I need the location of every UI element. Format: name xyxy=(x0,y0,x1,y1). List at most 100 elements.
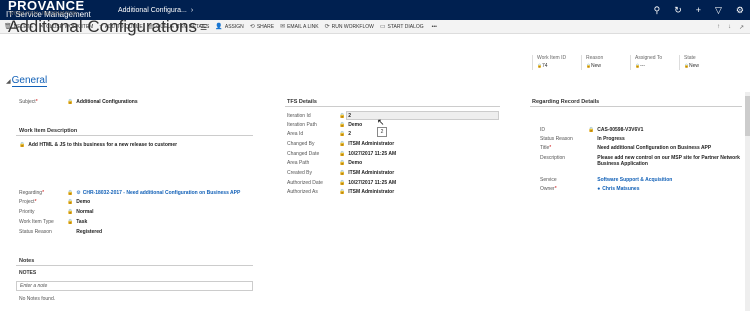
required-marker: * xyxy=(549,145,552,151)
reg-desc-row: Description 🔒 Please add new control on … xyxy=(540,155,745,167)
cmd-share[interactable]: ⟲ SHARE xyxy=(250,23,274,31)
lock-icon: 🔒 xyxy=(67,99,74,105)
priority-label: Priority xyxy=(19,209,35,215)
regarding-section-header: Regarding Record Details xyxy=(532,99,600,105)
regarding-row: Regarding* 🔒 ⚙ CHR-18032-2017 - Need add… xyxy=(19,190,240,196)
reg-desc-value[interactable]: Please add new control on our MSP site f… xyxy=(597,155,745,167)
reg-id-row: ID 🔒 CAS-00598-V3V6V1 xyxy=(540,127,643,133)
notes-tab[interactable]: NOTES xyxy=(19,270,36,276)
case-icon: ⚙ xyxy=(76,190,81,196)
tfs-row-value[interactable]: 2 xyxy=(348,131,351,137)
header-field-value: 🔒74 xyxy=(537,62,581,70)
reg-title-label: Title xyxy=(540,145,550,151)
lock-icon: 🔒 xyxy=(588,127,595,133)
lock-icon: 🔒 xyxy=(339,160,346,166)
lock-icon: 🔒 xyxy=(339,189,346,195)
header-field-value-text: 74 xyxy=(541,63,548,69)
filter-icon[interactable]: ▽ xyxy=(715,5,722,16)
iteration-id-input[interactable] xyxy=(346,111,499,120)
required-marker: * xyxy=(42,190,45,196)
regarding-label: Regarding xyxy=(19,190,43,196)
regarding-divider xyxy=(530,106,742,107)
scrollbar-thumb[interactable] xyxy=(745,96,750,136)
tfs-row: Authorized As 🔒 ITSM Administrator xyxy=(287,189,394,195)
tooltip: 2 xyxy=(377,127,387,137)
reg-title-row: Title* 🔒 Need additional Configuration o… xyxy=(540,145,711,151)
reg-service-row: Service 🔒 Software Support & Acquisition xyxy=(540,177,672,183)
priority-value[interactable]: Normal xyxy=(76,209,93,215)
user-icon: ● xyxy=(597,186,601,192)
workflow-icon: ⟳ xyxy=(324,24,330,30)
tfs-row-value[interactable]: Demo xyxy=(348,122,362,128)
required-marker: * xyxy=(34,199,37,205)
tfs-divider xyxy=(285,106,500,107)
work-item-type-row: Work Item Type 🔒 Task xyxy=(19,219,87,225)
arrow-down-icon[interactable]: ↓ xyxy=(728,24,731,30)
record-nav: ↑ ↓ ↗ xyxy=(717,20,744,34)
tfs-row: Authorized Date 🔒 10/27/2017 11:25 AM xyxy=(287,180,396,186)
form-list-icon[interactable]: ☰ xyxy=(200,23,207,32)
plus-icon[interactable]: + xyxy=(696,5,701,15)
tfs-row-value[interactable]: 10/27/2017 11:25 AM xyxy=(348,151,396,157)
general-section-toggle[interactable]: ◢ General xyxy=(6,75,48,87)
subject-value[interactable]: Additional Configurations xyxy=(76,99,137,105)
regarding-link[interactable]: CHR-18032-2017 - Need additional Configu… xyxy=(83,190,241,196)
work-item-type-value[interactable]: Task xyxy=(76,219,87,225)
assign-icon: 👤 xyxy=(215,24,223,30)
tfs-section-header: TFS Details xyxy=(287,99,317,105)
header-field-value: 🔒New xyxy=(684,62,728,70)
tfs-row-value[interactable]: ITSM Administrator xyxy=(348,170,394,176)
reg-title-value[interactable]: Need additional Configuration on Busines… xyxy=(597,145,711,151)
page-title: Additional Configurations ☰ xyxy=(8,17,207,37)
lock-icon: 🔒 xyxy=(339,151,346,157)
lock-icon: 🔒 xyxy=(67,219,74,225)
project-value[interactable]: Demo xyxy=(76,199,90,205)
required-marker: * xyxy=(35,99,38,105)
gear-icon[interactable]: ⚙ xyxy=(736,5,744,16)
cmd-run-workflow[interactable]: ⟳ RUN WORKFLOW xyxy=(324,23,374,31)
cmd-label: EMAIL A LINK xyxy=(287,23,319,30)
lock-icon: 🔒 xyxy=(339,122,346,128)
tfs-row-value[interactable]: 2 xyxy=(348,113,351,119)
tfs-row-value[interactable]: Demo xyxy=(348,160,362,166)
tfs-row-value[interactable]: 10/27/2017 11:25 AM xyxy=(348,180,396,186)
header-field: Assigned To 🔒--- xyxy=(630,55,679,70)
form-body xyxy=(0,92,750,311)
lock-icon: 🔒 xyxy=(67,190,74,196)
lock-icon: 🔒 xyxy=(67,199,74,205)
reg-id-value[interactable]: CAS-00598-V3V6V1 xyxy=(597,127,643,133)
header-field-label: State xyxy=(684,55,696,61)
description-value[interactable]: Add HTML & JS to this business for a new… xyxy=(28,142,177,148)
history-icon[interactable]: ↻ xyxy=(674,5,682,16)
cmd-start-dialog[interactable]: ▭ START DIALOG xyxy=(379,23,424,31)
tfs-row: Created By 🔒 ITSM Administrator xyxy=(287,170,394,176)
reg-status-value[interactable]: In Progress xyxy=(597,136,625,142)
dialog-icon: ▭ xyxy=(379,24,386,30)
header-field-value: 🔒--- xyxy=(635,62,679,70)
tfs-row-label: Area Id xyxy=(287,131,304,137)
breadcrumb[interactable]: Additional Configura... › xyxy=(118,7,193,14)
email-icon: ✉ xyxy=(280,24,286,30)
priority-row: Priority 🔒 Normal xyxy=(19,209,93,215)
tfs-row-value[interactable]: ITSM Administrator xyxy=(348,141,394,147)
cmd-label: RUN WORKFLOW xyxy=(331,23,374,30)
header-field-label: Assigned To xyxy=(635,55,663,61)
reg-service-link[interactable]: Software Support & Acquisition xyxy=(597,177,672,183)
cmd-email-a-link[interactable]: ✉ EMAIL A LINK xyxy=(280,23,319,31)
reg-owner-link[interactable]: Chris Matsunes xyxy=(602,186,639,192)
search-icon[interactable]: ⚲ xyxy=(654,5,661,16)
lock-icon: 🔒 xyxy=(339,141,346,147)
project-row: Project* 🔒 Demo xyxy=(19,199,90,205)
note-input[interactable]: Enter a note xyxy=(16,281,253,291)
note-placeholder: Enter a note xyxy=(20,283,48,289)
cmd-[interactable]: ••• xyxy=(430,24,437,30)
expand-icon[interactable]: ↗ xyxy=(739,24,744,31)
status-reason-value[interactable]: Registered xyxy=(76,229,102,235)
notes-divider xyxy=(16,265,253,266)
header-field-label: Work Item ID xyxy=(537,55,567,61)
tfs-row-value[interactable]: ITSM Administrator xyxy=(348,189,394,195)
lock-icon: 🔒 xyxy=(339,131,346,137)
arrow-up-icon[interactable]: ↑ xyxy=(717,24,720,30)
cmd-assign[interactable]: 👤 ASSIGN xyxy=(215,23,243,31)
header-field-value: 🔒New xyxy=(586,62,630,70)
